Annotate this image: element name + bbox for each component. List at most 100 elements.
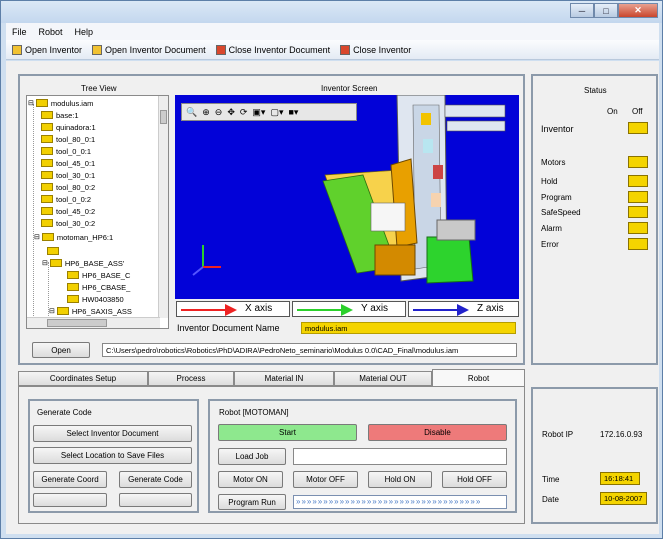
- tree-vscrollbar[interactable]: [158, 96, 168, 318]
- tree-node-label: modulus.iam: [50, 98, 94, 108]
- tree-node[interactable]: HW0403850: [67, 294, 124, 304]
- tree-node[interactable]: [47, 246, 62, 256]
- doc-name-field[interactable]: modulus.iam: [301, 322, 516, 334]
- close-doc-button[interactable]: Close Inventor Document: [215, 44, 330, 55]
- disable-button[interactable]: Disable: [368, 424, 507, 441]
- folder-icon: [35, 99, 48, 107]
- maximize-icon: □: [603, 5, 609, 16]
- tab-material-out[interactable]: Material OUT: [334, 371, 432, 386]
- tree-node[interactable]: tool_0_0:2: [41, 194, 91, 204]
- menu-robot[interactable]: Robot: [33, 27, 69, 37]
- y-axis-indicator: Y axis: [292, 301, 406, 317]
- tree-node-label: HP6_SAXIS_ASS: [71, 306, 132, 316]
- robot-ip-label: Robot IP: [542, 430, 574, 439]
- path-field[interactable]: C:\Users\pedro\robotics\Robotics\PhD\ADI…: [102, 343, 517, 357]
- tab-process[interactable]: Process: [148, 371, 234, 386]
- part-icon: [41, 195, 53, 203]
- open-doc-label: Open Inventor Document: [105, 44, 206, 55]
- open-button[interactable]: Open: [32, 342, 90, 358]
- empty-button-2[interactable]: [119, 493, 192, 507]
- job-field[interactable]: [293, 448, 507, 465]
- generate-code-button[interactable]: Generate Code: [119, 471, 192, 488]
- close-inventor-button[interactable]: Close Inventor: [340, 44, 411, 55]
- start-button[interactable]: Start: [218, 424, 357, 441]
- tree-node[interactable]: ⊟ modulus.iam: [28, 98, 93, 108]
- tree-hscrollbar[interactable]: [27, 317, 160, 328]
- part-icon: [41, 171, 53, 179]
- inventor-viewport[interactable]: 🔍 ⊕ ⊖ ✥ ⟳ ▣▾ ▢▾ ■▾: [175, 95, 519, 299]
- select-inventor-document-button[interactable]: Select Inventor Document: [33, 425, 192, 442]
- hold-indicator: [628, 175, 648, 187]
- tree-node-label: motoman_HP6:1: [56, 232, 114, 242]
- open-inventor-button[interactable]: Open Inventor: [12, 44, 82, 55]
- assembly-icon: [41, 233, 54, 241]
- hold-on-button[interactable]: Hold ON: [368, 471, 432, 488]
- scroll-thumb[interactable]: [47, 319, 107, 327]
- tree-node[interactable]: tool_30_0:2: [41, 218, 95, 228]
- time-label: Time: [542, 475, 560, 484]
- tree-node[interactable]: ⊟ HP6_BASE_ASS': [42, 258, 124, 268]
- menu-file[interactable]: File: [6, 27, 33, 37]
- tree-node[interactable]: HP6_CBASE_: [67, 282, 130, 292]
- motor-on-button[interactable]: Motor ON: [218, 471, 283, 488]
- empty-button-1[interactable]: [33, 493, 107, 507]
- tree-node[interactable]: ⊟ HP6_SAXIS_ASS: [49, 306, 132, 316]
- app-window: ─ □ ✕ File Robot Help Open Inventor Open…: [0, 0, 663, 539]
- status-frame: [531, 74, 658, 365]
- tree-node[interactable]: tool_30_0:1: [41, 170, 95, 180]
- tab-material-in[interactable]: Material IN: [234, 371, 334, 386]
- load-job-button[interactable]: Load Job: [218, 448, 286, 465]
- tree-node[interactable]: tool_80_0:1: [41, 134, 95, 144]
- generate-coord-button[interactable]: Generate Coord: [33, 471, 107, 488]
- tree-node-label: HP6_BASE_C: [82, 270, 131, 280]
- motor-off-button[interactable]: Motor OFF: [293, 471, 358, 488]
- close-icon: ✕: [634, 5, 642, 15]
- tree-node[interactable]: ⊟ motoman_HP6:1: [34, 232, 113, 242]
- open-doc-button[interactable]: Open Inventor Document: [92, 44, 206, 55]
- tree-node[interactable]: tool_80_0:2: [41, 182, 95, 192]
- hold-status-label: Hold: [541, 177, 558, 186]
- z-axis-label: Z axis: [477, 303, 504, 314]
- open-icon: [12, 44, 22, 55]
- status-title: Status: [584, 86, 607, 95]
- tree-node[interactable]: base:1: [41, 110, 79, 120]
- tree-node-label: tool_0_0:2: [56, 194, 92, 204]
- close-inventor-icon: [340, 44, 351, 55]
- inventor-off-indicator: [628, 122, 648, 134]
- tree-node-label: tool_30_0:2: [56, 218, 96, 228]
- minimize-button[interactable]: ─: [570, 3, 594, 18]
- tree-view[interactable]: ⊟ modulus.iam base:1 quinadora:1 tool_80_…: [26, 95, 169, 329]
- motors-indicator: [628, 156, 648, 168]
- tree-node-label: HP6_BASE_ASS': [64, 258, 125, 268]
- program-indicator: [628, 191, 648, 203]
- tree-node[interactable]: quinadora:1: [41, 122, 96, 132]
- tab-coordinates-setup[interactable]: Coordinates Setup: [18, 371, 148, 386]
- open-doc-icon: [92, 44, 103, 55]
- part-icon: [67, 271, 79, 279]
- robot-cell-scene: [192, 95, 506, 284]
- close-button[interactable]: ✕: [618, 3, 658, 18]
- x-axis-indicator: X axis: [176, 301, 290, 317]
- tree-node[interactable]: tool_0_0:1: [41, 146, 91, 156]
- tab-robot[interactable]: Robot: [432, 369, 525, 387]
- tree-node-label: HW0403850: [82, 294, 124, 304]
- hold-off-button[interactable]: Hold OFF: [442, 471, 507, 488]
- tree-node-label: tool_80_0:2: [56, 182, 96, 192]
- alarm-indicator: [628, 222, 648, 234]
- tree-node[interactable]: tool_45_0:1: [41, 158, 95, 168]
- part-icon: [67, 283, 79, 291]
- select-location-button[interactable]: Select Location to Save Files: [33, 447, 192, 464]
- date-field: 10-08-2007: [600, 492, 647, 505]
- program-run-button[interactable]: Program Run: [218, 494, 286, 510]
- close-doc-icon: [215, 44, 226, 55]
- tree-node[interactable]: tool_45_0:2: [41, 206, 95, 216]
- scroll-thumb[interactable]: [160, 110, 167, 124]
- minimize-icon: ─: [578, 5, 586, 16]
- menu-help[interactable]: Help: [69, 27, 100, 37]
- tree-node[interactable]: HP6_BASE_C: [67, 270, 130, 280]
- assembly-icon: [56, 307, 69, 315]
- program-status-label: Program: [541, 193, 572, 202]
- tree-node-label: base:1: [56, 110, 79, 120]
- maximize-button[interactable]: □: [594, 3, 618, 18]
- part-icon: [41, 111, 53, 119]
